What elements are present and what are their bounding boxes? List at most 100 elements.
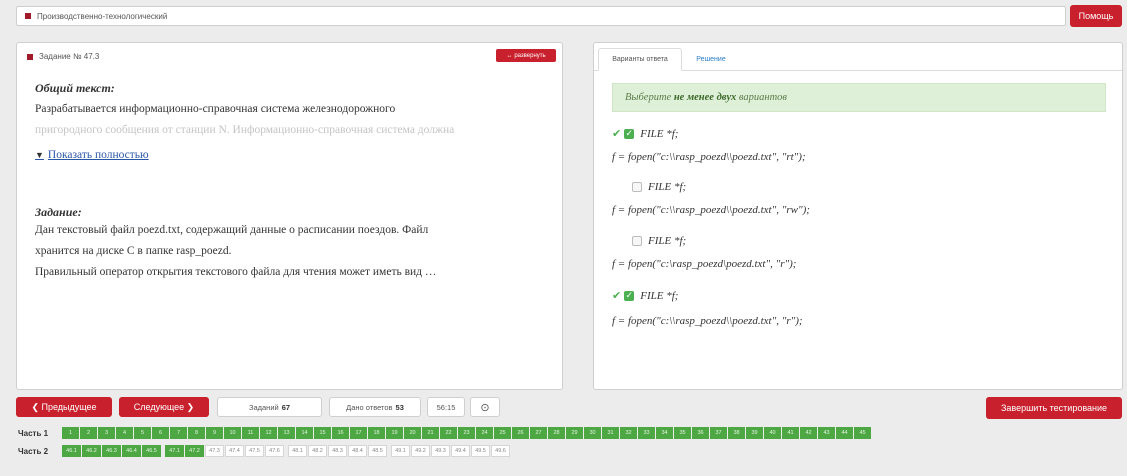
question-chip[interactable]: 44	[836, 427, 853, 439]
question-chip[interactable]: 47.6	[265, 445, 284, 457]
question-chip[interactable]: 35	[674, 427, 691, 439]
question-chip[interactable]: 2	[80, 427, 97, 439]
general-text-line: Разрабатывается информационно-справочная…	[35, 103, 396, 115]
question-chip[interactable]: 31	[602, 427, 619, 439]
question-chip[interactable]: 14	[296, 427, 313, 439]
task-number: Задание № 47.3	[39, 52, 100, 61]
answered-count: 53	[395, 402, 404, 412]
question-chip[interactable]: 46.2	[82, 445, 101, 457]
question-chip[interactable]: 23	[458, 427, 475, 439]
question-chip[interactable]: 47.3	[205, 445, 224, 457]
question-chip[interactable]: 28	[548, 427, 565, 439]
question-chip[interactable]: 40	[764, 427, 781, 439]
question-chip[interactable]: 48.5	[368, 445, 387, 457]
question-chip[interactable]: 34	[656, 427, 673, 439]
expand-button[interactable]: ↔ развернуть	[496, 49, 556, 62]
tasks-count: 67	[281, 402, 291, 412]
question-chip[interactable]: 5	[134, 427, 151, 439]
question-chip[interactable]: 22	[440, 427, 457, 439]
prev-button[interactable]: ❮ Предыдущее	[16, 397, 112, 417]
question-chip[interactable]: 29	[566, 427, 583, 439]
question-chip[interactable]: 15	[314, 427, 331, 439]
help-button[interactable]: Помощь	[1070, 5, 1122, 27]
question-chip[interactable]: 46.3	[102, 445, 121, 457]
option-4[interactable]: ✔ ✓ FILE *f;	[612, 289, 678, 303]
question-chip[interactable]: 9	[206, 427, 223, 439]
question-chip[interactable]: 48.4	[348, 445, 367, 457]
question-chip[interactable]: 16	[332, 427, 349, 439]
question-chip[interactable]: 46.4	[122, 445, 141, 457]
question-chip[interactable]: 17	[350, 427, 367, 439]
option-2-code: f = fopen("c:\\rasp_poezd\\poezd.txt", "…	[612, 204, 810, 216]
finish-test-button[interactable]: Завершить тестирование	[986, 397, 1122, 419]
chevron-down-icon: ▼	[35, 150, 44, 160]
option-2-decl: FILE *f;	[648, 181, 687, 193]
question-chip[interactable]: 43	[818, 427, 835, 439]
question-chip[interactable]: 7	[170, 427, 187, 439]
question-chip[interactable]: 47.5	[245, 445, 264, 457]
question-chip[interactable]: 47.1	[165, 445, 184, 457]
correct-tick-icon: ✔	[612, 128, 622, 140]
question-chip[interactable]: 49.2	[411, 445, 430, 457]
question-chip[interactable]: 19	[386, 427, 403, 439]
selection-hint: Выберите не менее двух вариантов	[612, 83, 1106, 112]
section-square-icon	[25, 13, 31, 19]
option-1[interactable]: ✔ ✓ FILE *f;	[612, 127, 678, 141]
question-chip[interactable]: 1	[62, 427, 79, 439]
question-chip[interactable]: 47.2	[185, 445, 204, 457]
question-chip[interactable]: 11	[242, 427, 259, 439]
question-chip[interactable]: 49.4	[451, 445, 470, 457]
question-chip[interactable]: 4	[116, 427, 133, 439]
question-chip[interactable]: 36	[692, 427, 709, 439]
question-chip[interactable]: 49.5	[471, 445, 490, 457]
question-chip[interactable]: 20	[404, 427, 421, 439]
question-chip[interactable]: 12	[260, 427, 277, 439]
question-chip[interactable]: 45	[854, 427, 871, 439]
option-2-checkbox[interactable]	[632, 182, 642, 192]
question-chip[interactable]: 24	[476, 427, 493, 439]
question-chip[interactable]: 41	[782, 427, 799, 439]
question-chip[interactable]: 39	[746, 427, 763, 439]
option-4-checkbox[interactable]: ✓	[624, 290, 635, 301]
question-chip[interactable]: 37	[710, 427, 727, 439]
question-chip[interactable]: 30	[584, 427, 601, 439]
question-chip[interactable]: 33	[638, 427, 655, 439]
question-chip[interactable]: 18	[368, 427, 385, 439]
task-text-line: Дан текстовый файл poezd.txt, содержащий…	[35, 224, 429, 236]
question-chip[interactable]: 38	[728, 427, 745, 439]
tab-solution[interactable]: Решение	[686, 48, 736, 71]
question-chip[interactable]: 48.1	[288, 445, 307, 457]
option-1-checkbox[interactable]: ✓	[624, 128, 635, 139]
answer-tabs: Варианты ответа Решение	[594, 43, 1122, 71]
option-3-checkbox[interactable]	[632, 236, 642, 246]
task-square-icon	[27, 53, 33, 60]
question-chip[interactable]: 49.1	[391, 445, 410, 457]
question-chip[interactable]: 10	[224, 427, 241, 439]
question-chip[interactable]: 42	[800, 427, 817, 439]
part-1-questions: 1 2 3 4 5 6 7 8 9 10 11 12 13 14 15 16 17 18 19 20 21 22 23 24 2…	[62, 427, 872, 439]
question-chip[interactable]: 46.1	[62, 445, 81, 457]
question-chip[interactable]: 46.5	[142, 445, 161, 457]
question-chip[interactable]: 8	[188, 427, 205, 439]
timer-toggle-button[interactable]: ⊙	[470, 397, 500, 417]
next-button[interactable]: Следующее ❯	[119, 397, 209, 417]
question-chip[interactable]: 49.6	[491, 445, 510, 457]
question-chip[interactable]: 21	[422, 427, 439, 439]
correct-tick-icon: ✔	[612, 290, 622, 302]
show-full-link[interactable]: ▼ Показать полностью	[35, 149, 149, 161]
question-chip[interactable]: 47.4	[225, 445, 244, 457]
question-chip[interactable]: 26	[512, 427, 529, 439]
question-chip[interactable]: 48.3	[328, 445, 347, 457]
tasks-label: Заданий	[248, 402, 279, 412]
question-chip[interactable]: 3	[98, 427, 115, 439]
question-chip[interactable]: 48.2	[308, 445, 327, 457]
option-3[interactable]: FILE *f;	[632, 235, 686, 247]
question-chip[interactable]: 13	[278, 427, 295, 439]
question-chip[interactable]: 27	[530, 427, 547, 439]
question-chip[interactable]: 6	[152, 427, 169, 439]
question-chip[interactable]: 32	[620, 427, 637, 439]
option-2[interactable]: FILE *f;	[632, 181, 686, 193]
question-chip[interactable]: 49.3	[431, 445, 450, 457]
question-chip[interactable]: 25	[494, 427, 511, 439]
tab-variants[interactable]: Варианты ответа	[598, 48, 682, 71]
